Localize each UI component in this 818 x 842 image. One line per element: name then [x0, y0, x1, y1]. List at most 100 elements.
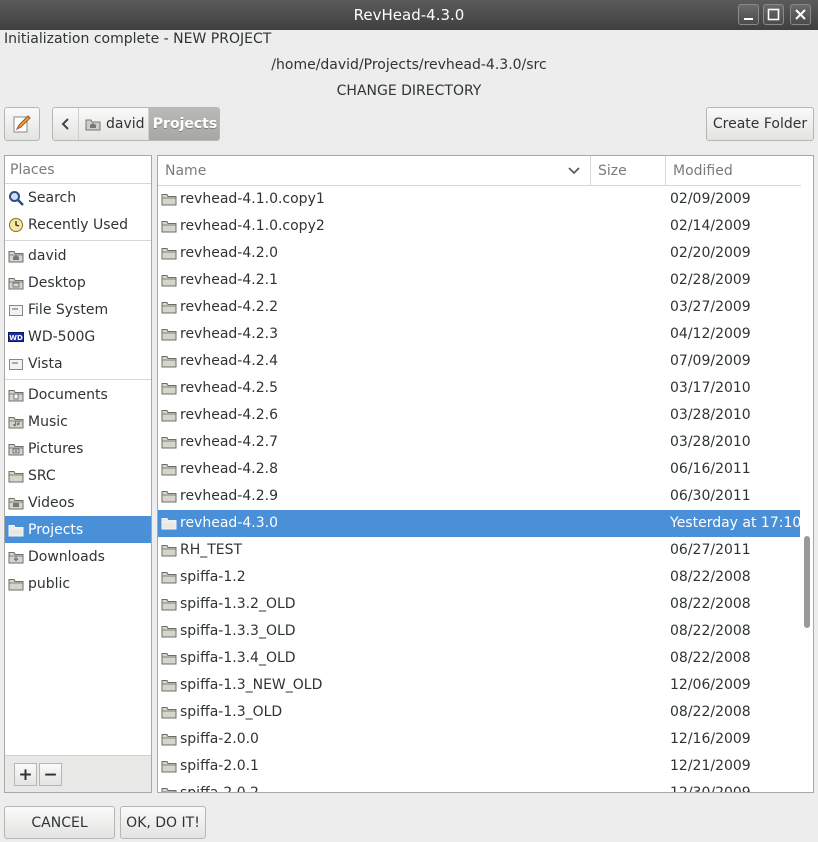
sidebar-item-desktop[interactable]: Desktop	[5, 269, 151, 296]
file-name: revhead-4.1.0.copy2	[180, 218, 325, 234]
table-row[interactable]: spiffa-1.3_NEW_OLD 12/06/2009	[158, 672, 801, 699]
file-modified: 06/27/2011	[670, 542, 751, 558]
sidebar-item-label: File System	[28, 301, 109, 318]
table-row[interactable]: spiffa-2.0.0 12/16/2009	[158, 726, 801, 753]
breadcrumb-projects[interactable]: Projects	[149, 108, 219, 140]
sidebar-item-public[interactable]: public	[5, 570, 151, 597]
file-name: revhead-4.2.1	[180, 272, 278, 288]
maximize-button[interactable]	[763, 4, 784, 25]
drive-icon	[8, 356, 24, 372]
file-name: spiffa-1.3.4_OLD	[180, 650, 296, 666]
remove-bookmark-button[interactable]: −	[39, 763, 62, 786]
pencil-icon	[13, 115, 31, 133]
sidebar-item-music[interactable]: Music	[5, 408, 151, 435]
table-row[interactable]: spiffa-2.0.1 12/21/2009	[158, 753, 801, 780]
sidebar-item-recently-used[interactable]: Recently Used	[5, 211, 151, 238]
file-name: RH_TEST	[180, 542, 243, 558]
window-title: RevHead-4.3.0	[353, 6, 465, 24]
file-modified: 02/09/2009	[670, 191, 751, 207]
table-row[interactable]: revhead-4.2.1 02/28/2009	[158, 267, 801, 294]
table-row[interactable]: revhead-4.1.0.copy2 02/14/2009	[158, 213, 801, 240]
table-row[interactable]: spiffa-1.2 08/22/2008	[158, 564, 801, 591]
minimize-button[interactable]	[738, 4, 759, 25]
file-modified: 06/30/2011	[670, 488, 751, 504]
sidebar-item-downloads[interactable]: Downloads	[5, 543, 151, 570]
folder-icon	[161, 570, 177, 584]
table-row[interactable]: spiffa-1.3_OLD 08/22/2008	[158, 699, 801, 726]
edit-location-button[interactable]	[4, 107, 40, 141]
sidebar-item-label: Vista	[28, 355, 63, 372]
window-titlebar[interactable]: RevHead-4.3.0	[0, 0, 818, 30]
vertical-scrollbar[interactable]	[800, 186, 813, 792]
file-modified: 08/22/2008	[670, 623, 751, 639]
sidebar-item-documents[interactable]: Documents	[5, 381, 151, 408]
breadcrumb-back-button[interactable]	[53, 108, 79, 140]
table-row[interactable]: revhead-4.2.3 04/12/2009	[158, 321, 801, 348]
add-bookmark-button[interactable]: +	[14, 763, 37, 786]
sidebar-item-videos[interactable]: Videos	[5, 489, 151, 516]
cancel-button[interactable]: CANCEL	[4, 806, 115, 839]
file-name: revhead-4.2.6	[180, 407, 278, 423]
column-header-name[interactable]: Name	[158, 156, 591, 186]
file-modified: 03/28/2010	[670, 407, 751, 423]
sidebar-item-vista[interactable]: Vista	[5, 350, 151, 377]
file-name: spiffa-2.0.1	[180, 758, 259, 774]
folder-icon	[8, 468, 24, 484]
column-header-modified[interactable]: Modified	[666, 156, 801, 186]
sidebar-item-label: Recently Used	[28, 216, 129, 233]
sidebar-item-wd-500g[interactable]: WD WD-500G	[5, 323, 151, 350]
table-row[interactable]: revhead-4.2.7 03/28/2010	[158, 429, 801, 456]
home-folder-icon	[85, 119, 101, 131]
file-name: spiffa-1.2	[180, 569, 246, 585]
table-row[interactable]: revhead-4.2.6 03/28/2010	[158, 402, 801, 429]
table-row[interactable]: revhead-4.2.2 03/27/2009	[158, 294, 801, 321]
scrollbar-thumb[interactable]	[804, 536, 810, 628]
file-modified: Yesterday at 17:10	[670, 515, 801, 531]
music-folder-icon	[8, 414, 24, 430]
table-row[interactable]: revhead-4.2.9 06/30/2011	[158, 483, 801, 510]
table-row[interactable]: revhead-4.3.0 Yesterday at 17:10	[158, 510, 801, 537]
sidebar-item-search[interactable]: Search	[5, 184, 151, 211]
column-header-size[interactable]: Size	[591, 156, 666, 186]
table-row[interactable]: spiffa-2.0.2 12/30/2009	[158, 780, 801, 792]
table-row[interactable]: revhead-4.2.8 06/16/2011	[158, 456, 801, 483]
sidebar-item-label: Downloads	[28, 548, 105, 565]
close-button[interactable]	[790, 4, 811, 25]
folder-icon	[8, 522, 24, 538]
folder-icon	[161, 435, 177, 449]
folder-icon	[161, 516, 177, 530]
folder-icon	[161, 192, 177, 206]
table-row[interactable]: revhead-4.2.4 07/09/2009	[158, 348, 801, 375]
sidebar-item-david[interactable]: david	[5, 242, 151, 269]
sidebar-separator	[5, 379, 151, 380]
sidebar-item-label: Desktop	[28, 274, 86, 291]
breadcrumb-david[interactable]: david	[79, 108, 149, 140]
file-modified: 12/06/2009	[670, 677, 751, 693]
file-modified: 04/12/2009	[670, 326, 751, 342]
sidebar-item-src[interactable]: SRC	[5, 462, 151, 489]
table-row[interactable]: RH_TEST 06/27/2011	[158, 537, 801, 564]
table-row[interactable]: spiffa-1.3.2_OLD 08/22/2008	[158, 591, 801, 618]
file-modified: 06/16/2011	[670, 461, 751, 477]
clock-icon	[8, 217, 24, 233]
table-row[interactable]: revhead-4.1.0.copy1 02/09/2009	[158, 186, 801, 213]
table-row[interactable]: spiffa-1.3.3_OLD 08/22/2008	[158, 618, 801, 645]
file-modified: 08/22/2008	[670, 569, 751, 585]
chevron-left-icon	[61, 118, 69, 130]
folder-icon	[161, 732, 177, 746]
table-row[interactable]: revhead-4.2.5 03/17/2010	[158, 375, 801, 402]
table-row[interactable]: spiffa-1.3.4_OLD 08/22/2008	[158, 645, 801, 672]
sidebar-item-projects[interactable]: Projects	[5, 516, 151, 543]
videos-folder-icon	[8, 495, 24, 511]
sidebar-item-label: Search	[28, 189, 77, 206]
file-modified: 12/30/2009	[670, 785, 751, 792]
create-folder-button[interactable]: Create Folder	[706, 107, 814, 141]
folder-icon	[161, 759, 177, 773]
file-modified: 02/14/2009	[670, 218, 751, 234]
breadcrumb-david-label: david	[106, 116, 145, 132]
table-row[interactable]: revhead-4.2.0 02/20/2009	[158, 240, 801, 267]
ok-button[interactable]: OK, DO IT!	[120, 806, 206, 839]
sidebar-item-pictures[interactable]: Pictures	[5, 435, 151, 462]
file-name: revhead-4.3.0	[180, 515, 278, 531]
sidebar-item-file-system[interactable]: File System	[5, 296, 151, 323]
